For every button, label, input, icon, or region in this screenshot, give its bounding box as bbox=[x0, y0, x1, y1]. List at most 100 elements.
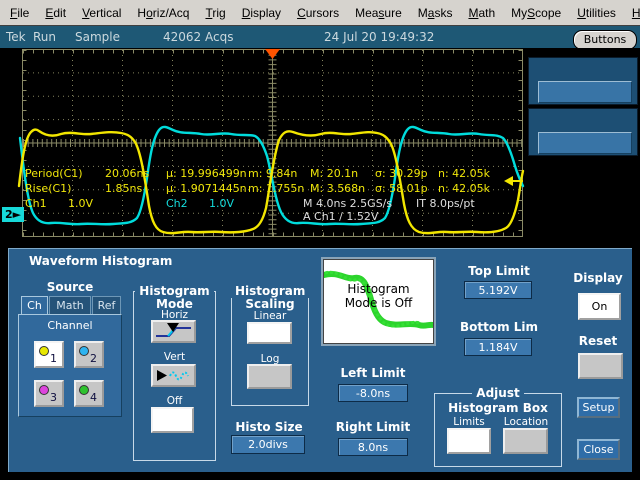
menu-item-horiz-acq[interactable]: Horiz/Acq bbox=[129, 6, 197, 20]
ch2-label: Ch2 bbox=[166, 198, 188, 210]
channel-2-num: 2 bbox=[90, 352, 97, 365]
histogram-preview-box: Histogram Mode is Off bbox=[323, 259, 434, 344]
vert-mode-icon bbox=[153, 366, 194, 385]
ch2-color-dot-icon bbox=[79, 346, 89, 356]
menu-item-display[interactable]: Display bbox=[234, 6, 289, 20]
channel-3-button[interactable]: 3 bbox=[34, 380, 64, 407]
mode-horiz-button[interactable] bbox=[151, 320, 196, 343]
side-readout-1[interactable] bbox=[538, 81, 632, 103]
histo-size-value[interactable]: 2.0divs bbox=[231, 435, 305, 454]
right-limit-label: Right Limit bbox=[335, 420, 411, 434]
scaling-log-button[interactable] bbox=[247, 364, 292, 389]
scaling-linear-label: Linear bbox=[231, 310, 309, 322]
adjust-limits-button[interactable] bbox=[447, 428, 491, 454]
acq-mode: Sample bbox=[75, 30, 120, 44]
scaling-group-label: Histogram bbox=[231, 284, 309, 298]
measurement-max-2: M: 3.568n bbox=[310, 183, 365, 195]
trigger-readout: A Ch1 / 1.52V bbox=[303, 211, 378, 223]
mode-off-button[interactable] bbox=[151, 407, 194, 433]
sampling-readout: IT 8.0ps/pt bbox=[416, 198, 475, 210]
menu-item-myscope[interactable]: MyScope bbox=[503, 6, 569, 20]
horiz-mode-icon bbox=[153, 322, 194, 341]
measurement-name-1: Period(C1) bbox=[25, 168, 83, 180]
menu-item-vertical[interactable]: Vertical bbox=[74, 6, 129, 20]
top-limit-value[interactable]: 5.192V bbox=[464, 281, 532, 299]
menu-item-measure[interactable]: Measure bbox=[347, 6, 410, 20]
side-readout-2[interactable] bbox=[538, 132, 632, 154]
measurement-min-1: m: 9.84n bbox=[248, 168, 297, 180]
channel-1-button[interactable]: 1 bbox=[34, 341, 64, 368]
measurement-count-1: n: 42.05k bbox=[438, 168, 490, 180]
ch1-color-dot-icon bbox=[39, 346, 49, 356]
left-limit-value[interactable]: -8.0ns bbox=[338, 384, 408, 402]
menu-item-utilities[interactable]: Utilities bbox=[569, 6, 624, 20]
preview-text: Histogram Mode is Off bbox=[324, 282, 433, 310]
mode-vert-label: Vert bbox=[133, 351, 216, 363]
status-bar: Tek Run Sample 42062 Acqs 24 Jul 20 19:4… bbox=[0, 26, 640, 48]
tek-logo: Tek bbox=[6, 30, 26, 44]
channel-label: Channel bbox=[19, 319, 121, 332]
measurement-sigma-2: σ: 58.01p bbox=[375, 183, 428, 195]
oscilloscope-screen: File Edit Vertical Horiz/Acq Trig Displa… bbox=[0, 0, 640, 480]
right-limit-value[interactable]: 8.0ns bbox=[338, 438, 408, 456]
datetime-readout: 24 Jul 20 19:49:32 bbox=[324, 30, 434, 44]
ch2-ground-marker[interactable]: 2► bbox=[2, 207, 24, 222]
close-button[interactable]: Close bbox=[577, 439, 620, 460]
reset-button[interactable] bbox=[578, 353, 623, 379]
menu-item-help[interactable]: Help bbox=[624, 6, 640, 20]
measurement-count-2: n: 42.05k bbox=[438, 183, 490, 195]
measurement-min-2: m: 1.755n bbox=[248, 183, 304, 195]
side-readout-frame-1 bbox=[528, 57, 638, 105]
adjust-location-label: Location bbox=[501, 416, 551, 428]
timebase-readout: M 4.0ns 2.5GS/s bbox=[303, 198, 392, 210]
tab-ch[interactable]: Ch bbox=[21, 296, 48, 315]
source-label: Source bbox=[18, 280, 122, 294]
ch1-scale: 1.0V bbox=[68, 198, 93, 210]
mode-vert-button[interactable] bbox=[151, 364, 196, 387]
menu-item-file[interactable]: File bbox=[2, 6, 37, 20]
adjust-limits-label: Limits bbox=[445, 416, 493, 428]
measurement-name-2: Rise(C1) bbox=[25, 183, 71, 195]
bottom-limit-value[interactable]: 1.184V bbox=[464, 338, 532, 356]
panel-title: Waveform Histogram bbox=[29, 254, 172, 268]
scaling-linear-button[interactable] bbox=[247, 322, 292, 344]
display-label: Display bbox=[567, 271, 629, 285]
channel-4-num: 4 bbox=[90, 391, 97, 404]
source-box: Channel 1 2 3 4 bbox=[18, 314, 122, 417]
histo-size-label: Histo Size bbox=[231, 420, 307, 434]
setup-button[interactable]: Setup bbox=[577, 397, 620, 418]
menu-item-trig[interactable]: Trig bbox=[197, 6, 233, 20]
tab-ref[interactable]: Ref bbox=[92, 296, 121, 315]
channel-3-num: 3 bbox=[50, 391, 57, 404]
mode-group-label: Histogram bbox=[133, 284, 216, 298]
measurement-sigma-1: σ: 30.29p bbox=[375, 168, 428, 180]
adjust-group-label: Adjust bbox=[434, 386, 562, 400]
mode-off-label: Off bbox=[133, 395, 216, 407]
reset-label: Reset bbox=[567, 334, 629, 348]
left-limit-label: Left Limit bbox=[335, 366, 411, 380]
display-on-button[interactable]: On bbox=[578, 293, 621, 320]
trigger-position-icon bbox=[265, 49, 280, 59]
ch2-scale: 1.0V bbox=[209, 198, 234, 210]
ch1-label: Ch1 bbox=[25, 198, 47, 210]
measurement-mean-2: μ: 1.9071445n bbox=[166, 183, 247, 195]
measurement-value-1: 20.06ns bbox=[105, 168, 149, 180]
measurement-max-1: M: 20.1n bbox=[310, 168, 358, 180]
scaling-sublabel: Scaling bbox=[231, 297, 309, 311]
channel-2-button[interactable]: 2 bbox=[74, 341, 104, 368]
bottom-limit-label: Bottom Lim bbox=[449, 320, 549, 334]
waveform-display-area: Period(C1) 20.06ns μ: 19.996499n m: 9.84… bbox=[0, 48, 640, 248]
adjust-location-button[interactable] bbox=[503, 428, 548, 454]
menu-item-math[interactable]: Math bbox=[460, 6, 503, 20]
menu-item-masks[interactable]: Masks bbox=[410, 6, 461, 20]
channel-1-num: 1 bbox=[50, 352, 57, 365]
histogram-control-panel: Waveform Histogram Source Ch Math Ref Ch… bbox=[8, 248, 632, 472]
menu-bar: File Edit Vertical Horiz/Acq Trig Displa… bbox=[0, 0, 640, 26]
measurement-value-2: 1.85ns bbox=[105, 183, 142, 195]
ch4-color-dot-icon bbox=[79, 385, 89, 395]
channel-4-button[interactable]: 4 bbox=[74, 380, 104, 407]
tab-math[interactable]: Math bbox=[49, 296, 91, 315]
menu-item-edit[interactable]: Edit bbox=[37, 6, 74, 20]
buttons-button[interactable]: Buttons bbox=[573, 30, 637, 50]
menu-item-cursors[interactable]: Cursors bbox=[289, 6, 347, 20]
